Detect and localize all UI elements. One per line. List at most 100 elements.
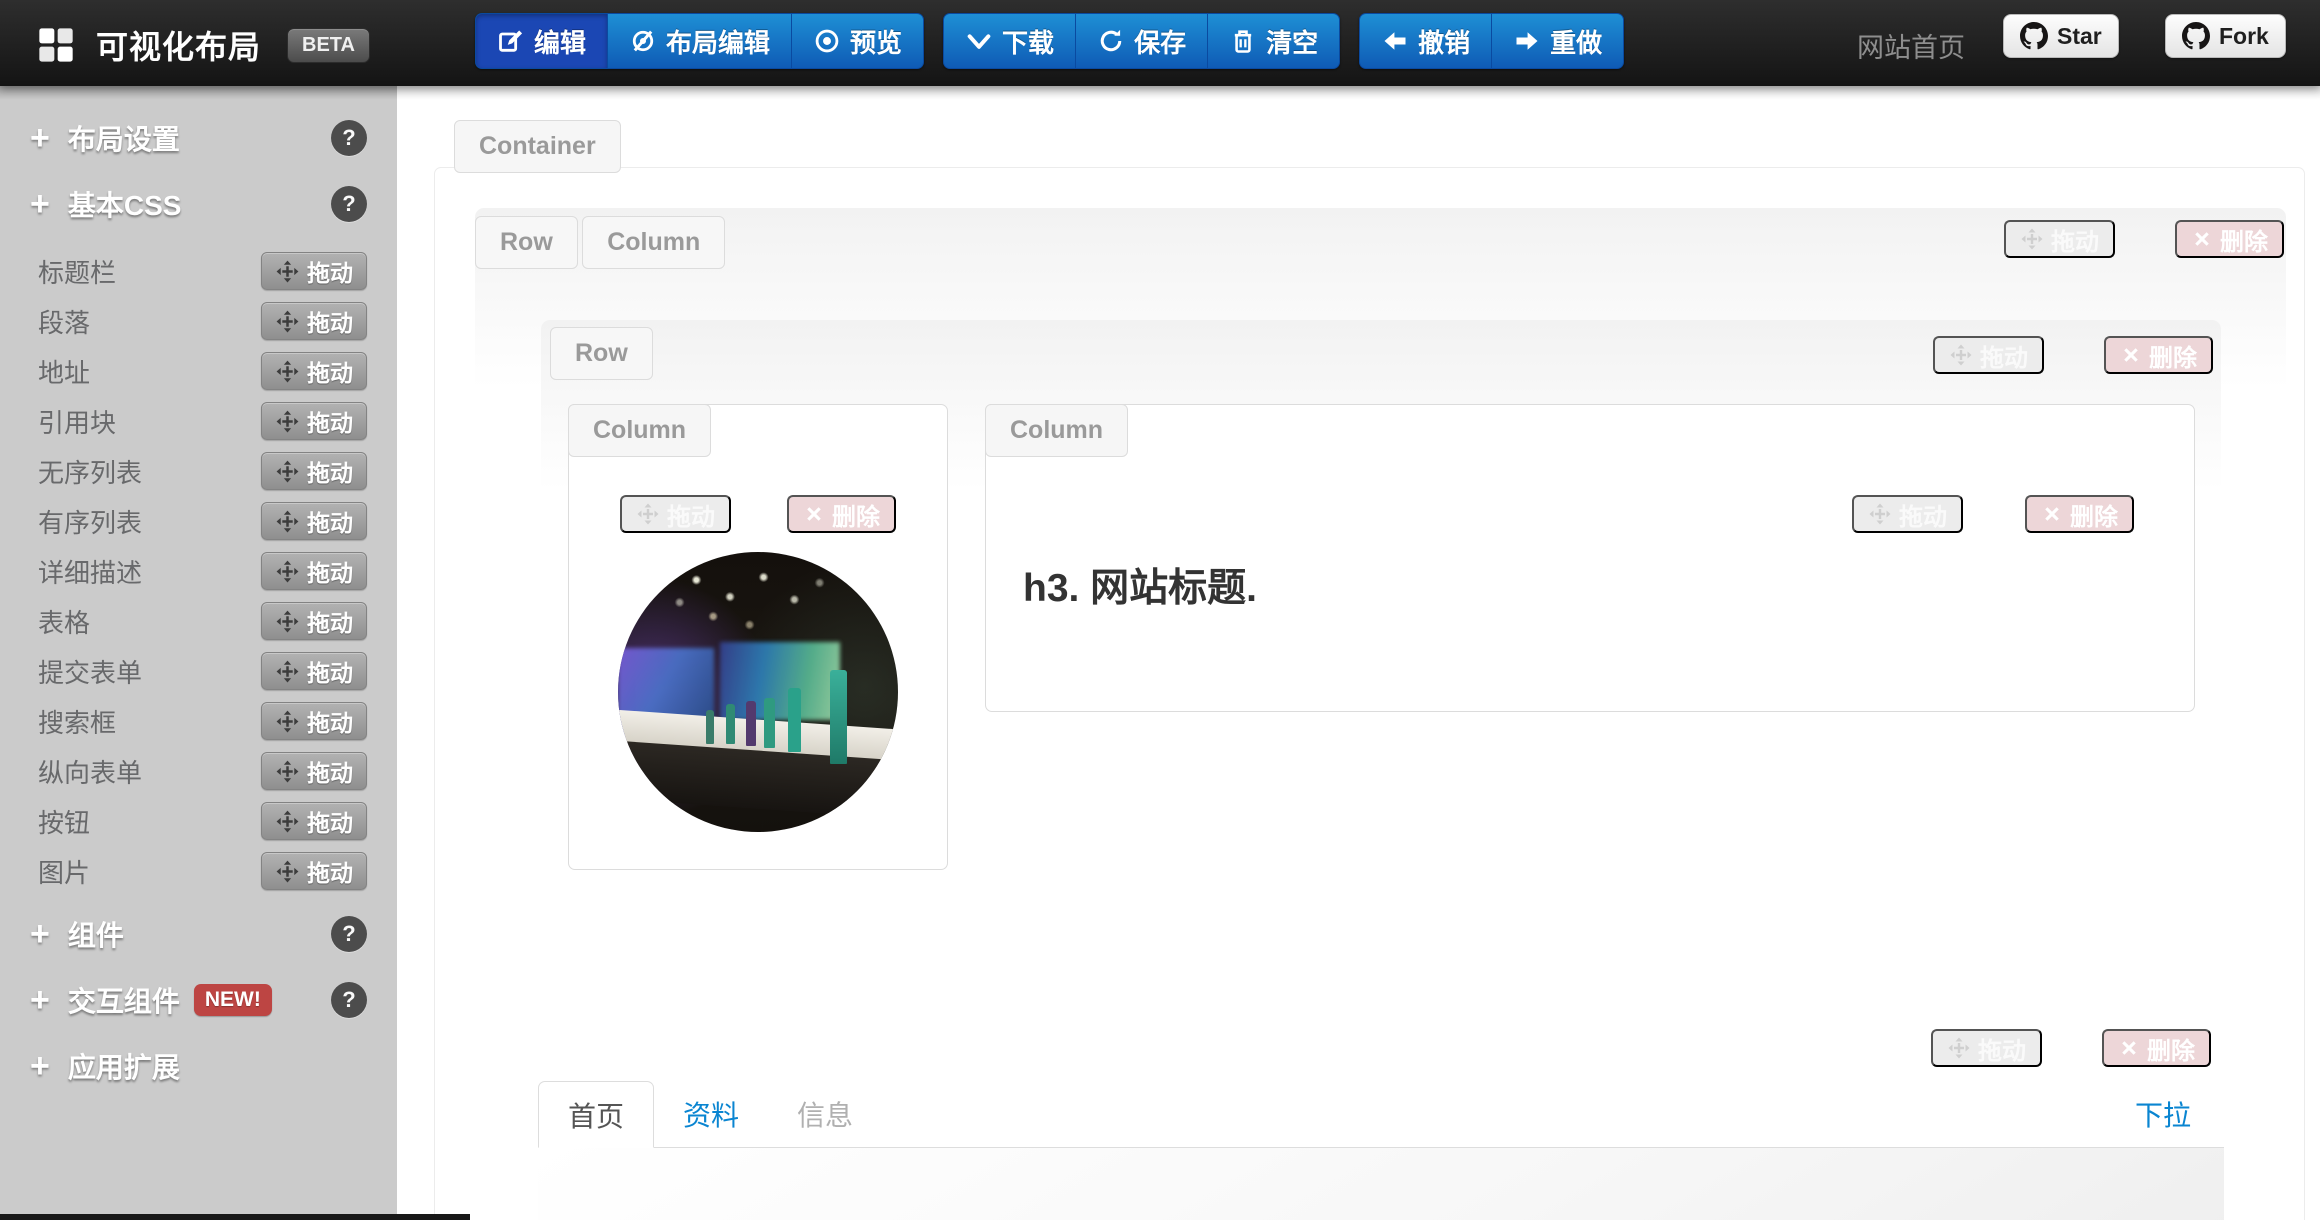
item-label: 标题栏 <box>38 253 116 290</box>
github-star-button[interactable]: Star <box>2003 14 2119 58</box>
toolbar-group-file: 下载 保存 清空 <box>943 13 1340 69</box>
row-delete-button[interactable]: 删除 <box>2175 220 2284 258</box>
row-tag: Row <box>475 216 578 269</box>
drag-handle-button[interactable]: 拖动 <box>261 402 367 440</box>
move-icon <box>275 359 300 384</box>
drag-handle-button[interactable]: 拖动 <box>261 502 367 540</box>
move-icon <box>275 659 300 684</box>
delete-label: 删除 <box>2147 1031 2195 1066</box>
tab-home[interactable]: 首页 <box>538 1081 654 1148</box>
container-block: Row 拖动 删除 Column Row <box>434 167 2305 1220</box>
move-icon <box>2020 227 2044 251</box>
container-tag: Container <box>454 120 621 173</box>
plus-icon: + <box>30 983 50 1017</box>
drag-handle-button[interactable]: 拖动 <box>261 452 367 490</box>
app-title: 可视化布局 <box>96 22 261 68</box>
tab-dropdown[interactable]: 下拉 <box>2135 1081 2224 1147</box>
github-icon <box>2020 22 2048 50</box>
layout-edit-button-label: 布局编辑 <box>666 23 770 60</box>
column-controls: 拖动 删除 <box>569 495 947 533</box>
list-item: 引用块 拖动 <box>0 396 397 446</box>
tab-pane-content <box>538 1148 2224 1220</box>
column-drag-button[interactable]: 拖动 <box>1852 495 1963 533</box>
model-figure <box>746 701 756 746</box>
item-label: 详细描述 <box>38 553 142 590</box>
column-drag-button[interactable]: 拖动 <box>620 495 731 533</box>
delete-label: 删除 <box>2220 222 2268 257</box>
move-icon <box>275 459 300 484</box>
new-badge: NEW! <box>194 984 272 1016</box>
sidebar-section-components[interactable]: + 组件 ? <box>0 910 397 958</box>
tab-info[interactable]: 信息 <box>768 1081 882 1147</box>
home-link[interactable]: 网站首页 <box>1857 26 1965 65</box>
sidebar-section-layout-settings[interactable]: + 布局设置 ? <box>0 114 397 162</box>
section-label: 布局设置 <box>68 118 180 158</box>
list-item: 图片 拖动 <box>0 846 397 896</box>
undo-button[interactable]: 撤销 <box>1359 13 1491 69</box>
help-icon[interactable]: ? <box>331 916 367 952</box>
help-icon[interactable]: ? <box>331 982 367 1018</box>
drag-label: 拖动 <box>307 354 353 388</box>
redo-button-label: 重做 <box>1550 23 1602 60</box>
help-icon[interactable]: ? <box>331 120 367 156</box>
drag-handle-button[interactable]: 拖动 <box>261 752 367 790</box>
list-item: 地址 拖动 <box>0 346 397 396</box>
toolbar-group-history: 撤销 重做 <box>1359 13 1624 69</box>
x-icon <box>2191 228 2213 250</box>
list-item: 详细描述 拖动 <box>0 546 397 596</box>
section-label: 组件 <box>68 914 124 954</box>
drag-label: 拖动 <box>1978 1031 2026 1066</box>
column-tag: Column <box>582 216 725 269</box>
download-button[interactable]: 下载 <box>943 13 1075 69</box>
layout-edit-button[interactable]: 布局编辑 <box>607 13 791 69</box>
sidebar-section-basic-css[interactable]: + 基本CSS ? <box>0 180 397 228</box>
drag-label: 拖动 <box>307 654 353 688</box>
item-label: 无序列表 <box>38 453 142 490</box>
stage-screen-center <box>720 642 840 720</box>
column-block-outer: Row 拖动 删除 Column <box>541 320 2286 904</box>
column-delete-button[interactable]: 删除 <box>2025 495 2134 533</box>
drag-handle-button[interactable]: 拖动 <box>261 352 367 390</box>
nav-tabs: 首页 资料 信息 下拉 <box>538 1081 2224 1148</box>
canvas-area: Container Row 拖动 删除 Column Row <box>397 86 2320 1220</box>
row-delete-button[interactable]: 删除 <box>2104 336 2213 374</box>
clear-button[interactable]: 清空 <box>1207 13 1340 69</box>
drag-handle-button[interactable]: 拖动 <box>261 702 367 740</box>
x-icon <box>803 503 825 525</box>
redo-button[interactable]: 重做 <box>1491 13 1624 69</box>
row-drag-button[interactable]: 拖动 <box>2004 220 2115 258</box>
beta-badge: BETA <box>287 28 370 63</box>
section-label: 基本CSS <box>68 184 182 224</box>
widget-delete-button[interactable]: 删除 <box>2102 1029 2211 1067</box>
preview-button[interactable]: 预览 <box>791 13 924 69</box>
drag-handle-button[interactable]: 拖动 <box>261 552 367 590</box>
plus-icon: + <box>30 917 50 951</box>
row-block-inner: Row 拖动 删除 Column <box>541 320 2221 904</box>
move-icon <box>1949 343 1973 367</box>
drag-label: 拖动 <box>307 854 353 888</box>
model-figure <box>706 710 714 744</box>
edit-button-label: 编辑 <box>534 23 586 60</box>
drag-handle-button[interactable]: 拖动 <box>261 652 367 690</box>
drag-label: 拖动 <box>307 704 353 738</box>
tab-profile[interactable]: 资料 <box>654 1081 768 1147</box>
sidebar-section-interactive[interactable]: + 交互组件 NEW! ? <box>0 976 397 1024</box>
basic-css-item-list: 标题栏 拖动 段落 拖动 地址 拖动 引用块 拖动 无序列表 拖动 有序列表 拖… <box>0 246 397 896</box>
move-icon <box>1947 1036 1971 1060</box>
sidebar-section-extensions[interactable]: + 应用扩展 <box>0 1042 397 1090</box>
column-delete-button[interactable]: 删除 <box>787 495 896 533</box>
widget-drag-button[interactable]: 拖动 <box>1931 1029 2042 1067</box>
drag-handle-button[interactable]: 拖动 <box>261 252 367 290</box>
drag-handle-button[interactable]: 拖动 <box>261 852 367 890</box>
github-fork-button[interactable]: Fork <box>2165 14 2286 58</box>
edit-button[interactable]: 编辑 <box>475 13 607 69</box>
drag-handle-button[interactable]: 拖动 <box>261 802 367 840</box>
drag-label: 拖动 <box>307 554 353 588</box>
save-button[interactable]: 保存 <box>1075 13 1207 69</box>
site-heading: h3. 网站标题. <box>1023 557 1257 613</box>
help-icon[interactable]: ? <box>331 186 367 222</box>
drag-handle-button[interactable]: 拖动 <box>261 302 367 340</box>
drag-label: 拖动 <box>307 804 353 838</box>
row-drag-button[interactable]: 拖动 <box>1933 336 2044 374</box>
drag-handle-button[interactable]: 拖动 <box>261 602 367 640</box>
